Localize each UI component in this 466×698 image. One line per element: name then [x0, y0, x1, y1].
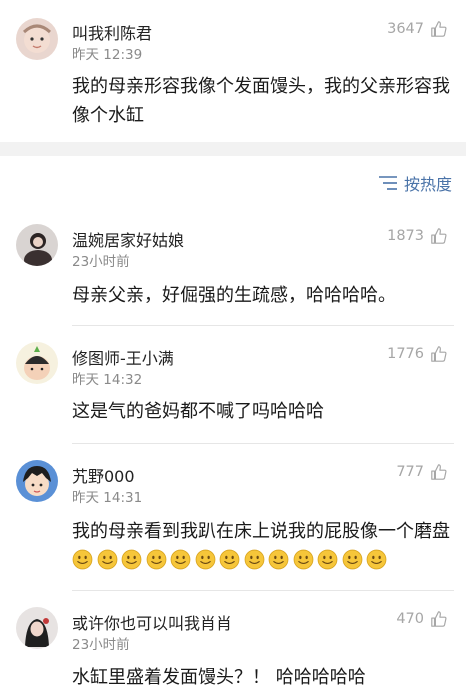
thumbs-up-icon [431, 228, 447, 244]
post-author-name[interactable]: 叫我利陈君 [72, 20, 152, 44]
post-like-button[interactable]: 3647 [387, 20, 448, 38]
comment-item: 修图师-王小满 昨天 14:32 1776 这是气的爸妈都不喊了吗哈哈哈 [0, 326, 466, 444]
post-time: 昨天 12:39 [72, 47, 143, 63]
smile-emoji [293, 549, 313, 570]
smile-emoji [146, 549, 166, 570]
sort-bar: 按热度 [0, 156, 466, 208]
section-separator [0, 142, 466, 156]
comment-like-count: 1776 [387, 346, 424, 362]
post-author-avatar[interactable] [16, 18, 58, 60]
comment-avatar[interactable] [16, 460, 58, 502]
smile-emoji [97, 549, 117, 570]
smile-emoji [342, 549, 362, 570]
comment-time: 昨天 14:31 [72, 490, 143, 506]
thumbs-up-icon [431, 21, 447, 37]
comment-text: 母亲父亲，好倔强的生疏感，哈哈哈哈。 [72, 285, 396, 306]
comment-like-count: 470 [396, 611, 424, 627]
sort-lines-icon [378, 176, 397, 190]
smile-emoji [72, 549, 93, 570]
comment-avatar[interactable] [16, 342, 58, 384]
comment-item: 温婉居家好姑娘 23小时前 1873 母亲父亲，好倔强的生疏感，哈哈哈哈。 [0, 208, 466, 326]
comment-like-button[interactable]: 1776 [387, 345, 448, 363]
comment-like-count: 777 [396, 464, 424, 480]
thumbs-up-icon [431, 464, 447, 480]
comment-text: 我的母亲看到我趴在床上说我的屁股像一个磨盘 [72, 517, 454, 575]
smile-emoji [121, 549, 142, 570]
smile-emoji [366, 549, 387, 570]
comment-item: 或许你也可以叫我肖肖 23小时前 470 水缸里盛着发面馒头？！ 哈哈哈哈哈 [0, 591, 466, 698]
sort-by-hot-button[interactable]: 按热度 [378, 171, 452, 195]
comment-like-button[interactable]: 470 [396, 610, 448, 628]
post-like-count: 3647 [387, 21, 424, 37]
comment-time: 昨天 14:32 [72, 372, 143, 388]
comment-like-count: 1873 [387, 228, 424, 244]
sort-label: 按热度 [403, 175, 452, 194]
comment-time: 23小时前 [72, 254, 130, 270]
smile-emoji [195, 549, 215, 570]
thumbs-up-icon [431, 346, 447, 362]
comment-text: 水缸里盛着发面馒头？！ 哈哈哈哈哈 [72, 667, 366, 688]
smile-emoji [219, 549, 240, 570]
smile-emoji [268, 549, 289, 570]
comment-author-name[interactable]: 温婉居家好姑娘 [72, 227, 184, 251]
comment-author-name[interactable]: 艽野000 [72, 463, 135, 487]
comment-like-button[interactable]: 1873 [387, 227, 448, 245]
comment-text: 这是气的爸妈都不喊了吗哈哈哈 [72, 401, 324, 422]
thumbs-up-icon [431, 611, 447, 627]
comment-avatar[interactable] [16, 607, 58, 649]
post-text: 我的母亲形容我像个发面馒头，我的父亲形容我像个水缸 [72, 76, 450, 126]
comment-avatar[interactable] [16, 224, 58, 266]
comment-author-name[interactable]: 修图师-王小满 [72, 345, 174, 369]
emoji-row [72, 549, 391, 571]
smile-emoji [244, 549, 264, 570]
comment-time: 23小时前 [72, 637, 130, 653]
original-post: 叫我利陈君 昨天 12:39 3647 我的母亲形容我像个发面馒头，我的父亲形容… [0, 0, 466, 142]
smile-emoji [170, 549, 191, 570]
comment-author-name[interactable]: 或许你也可以叫我肖肖 [72, 610, 232, 634]
comment-text-body: 我的母亲看到我趴在床上说我的屁股像一个磨盘 [72, 521, 450, 542]
smile-emoji [317, 549, 338, 570]
comment-item: 艽野000 昨天 14:31 777 我的母亲看到我趴在床上说我的屁股像一个磨盘 [0, 444, 466, 591]
comment-like-button[interactable]: 777 [396, 463, 448, 481]
